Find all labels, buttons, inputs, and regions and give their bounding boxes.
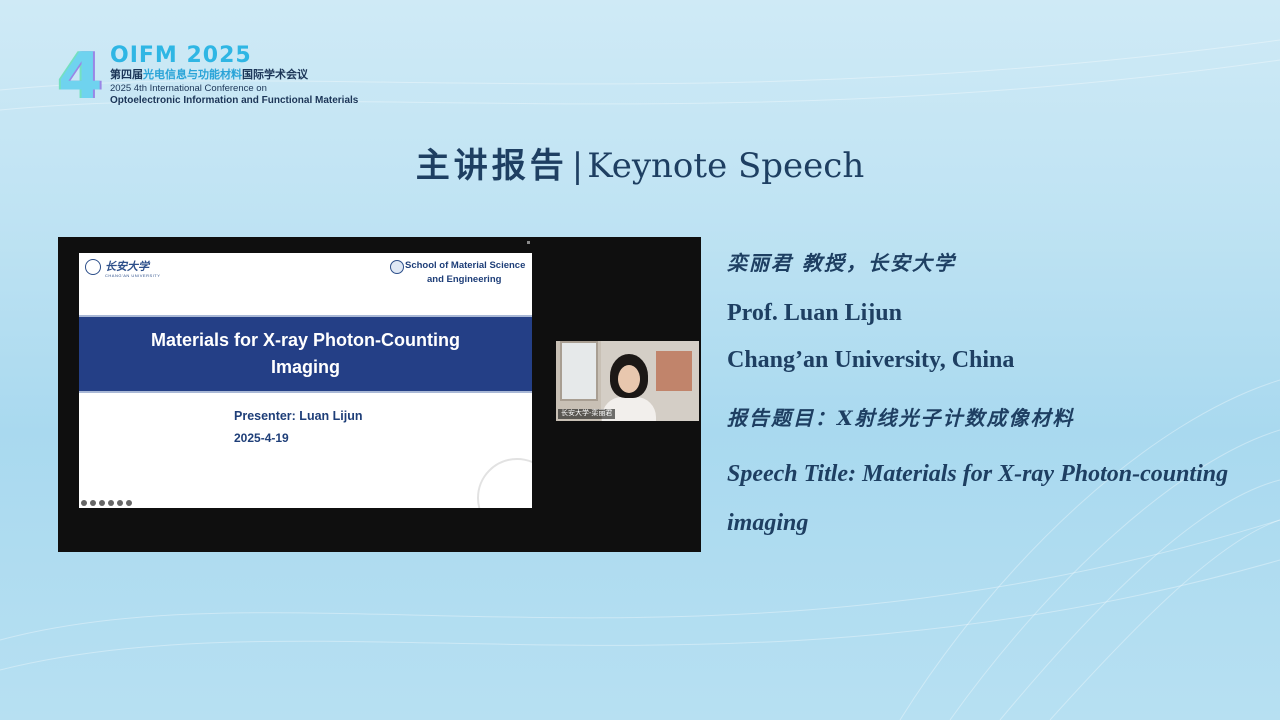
talk-title-cn: 报告题目：X射线光子计数成像材料 <box>727 406 1075 430</box>
page-title-cn: 主讲报告 <box>415 146 568 186</box>
speaker-cn-name-affiliation: 栾丽君 教授，长安大学 <box>727 251 956 275</box>
slide-school-name: School of Material Science and Engineeri… <box>405 260 526 285</box>
webcam-window-background <box>560 341 598 401</box>
slide-presenter: Presenter: Luan Lijun <box>234 409 363 423</box>
webcam-person-face <box>618 365 640 393</box>
page-title: 主讲报告 | Keynote Speech <box>0 142 1280 190</box>
slide-university-logo-text: 长安大学 <box>105 260 149 273</box>
slide-title: Materials for X-ray Photon-Counting Imag… <box>150 330 460 377</box>
slide-date: 2025-4-19 <box>234 431 289 445</box>
more-options-icon[interactable] <box>126 500 132 506</box>
conference-en-line2: Optoelectronic Information and Functiona… <box>110 95 359 106</box>
speaker-en-name: Prof. Luan Lijun <box>727 300 902 326</box>
webcam-shelf-background <box>656 351 692 391</box>
slide-university-en: CHANG'AN UNIVERSITY <box>105 273 161 278</box>
video-tool-icon[interactable] <box>117 500 123 506</box>
zoom-tool-icon[interactable] <box>99 500 105 506</box>
page-title-separator: | <box>571 146 584 186</box>
speaker-en-affiliation: Chang’an University, China <box>727 347 1015 373</box>
slides-grid-icon[interactable] <box>108 500 114 506</box>
slideshow-toolbar[interactable] <box>81 499 132 507</box>
slide-watermark-emblem <box>477 458 532 508</box>
slide-title-banner: Materials for X-ray Photon-Counting Imag… <box>79 315 532 393</box>
conference-en-line1: 2025 4th International Conference on <box>110 83 267 94</box>
page-title-en: Keynote Speech <box>587 146 865 186</box>
pen-tool-icon[interactable] <box>90 500 96 506</box>
conference-cn-name: 第四届光电信息与功能材料国际学术会议 <box>110 69 308 81</box>
participant-name-tag: 长安大学-栾丽君 <box>558 409 616 419</box>
pointer-tool-icon[interactable] <box>81 500 87 506</box>
school-emblem-icon <box>390 260 404 274</box>
conference-acronym: OIFM 2025 <box>110 43 252 68</box>
conference-logo: 4 OIFM 2025 第四届光电信息与功能材料国际学术会议 2025 4th … <box>58 40 398 114</box>
window-corner-marker <box>527 241 530 244</box>
video-conference-window[interactable]: 长安大学 CHANG'AN UNIVERSITY School of Mater… <box>58 237 701 552</box>
university-emblem-icon <box>85 259 101 275</box>
edition-number-mark: 4 <box>58 40 103 114</box>
participant-webcam-tile[interactable]: 长安大学-栾丽君 <box>556 341 699 421</box>
shared-screen-slide[interactable]: 长安大学 CHANG'AN UNIVERSITY School of Mater… <box>79 253 532 508</box>
talk-title-en: Speech Title: Materials for X-ray Photon… <box>727 461 1229 536</box>
